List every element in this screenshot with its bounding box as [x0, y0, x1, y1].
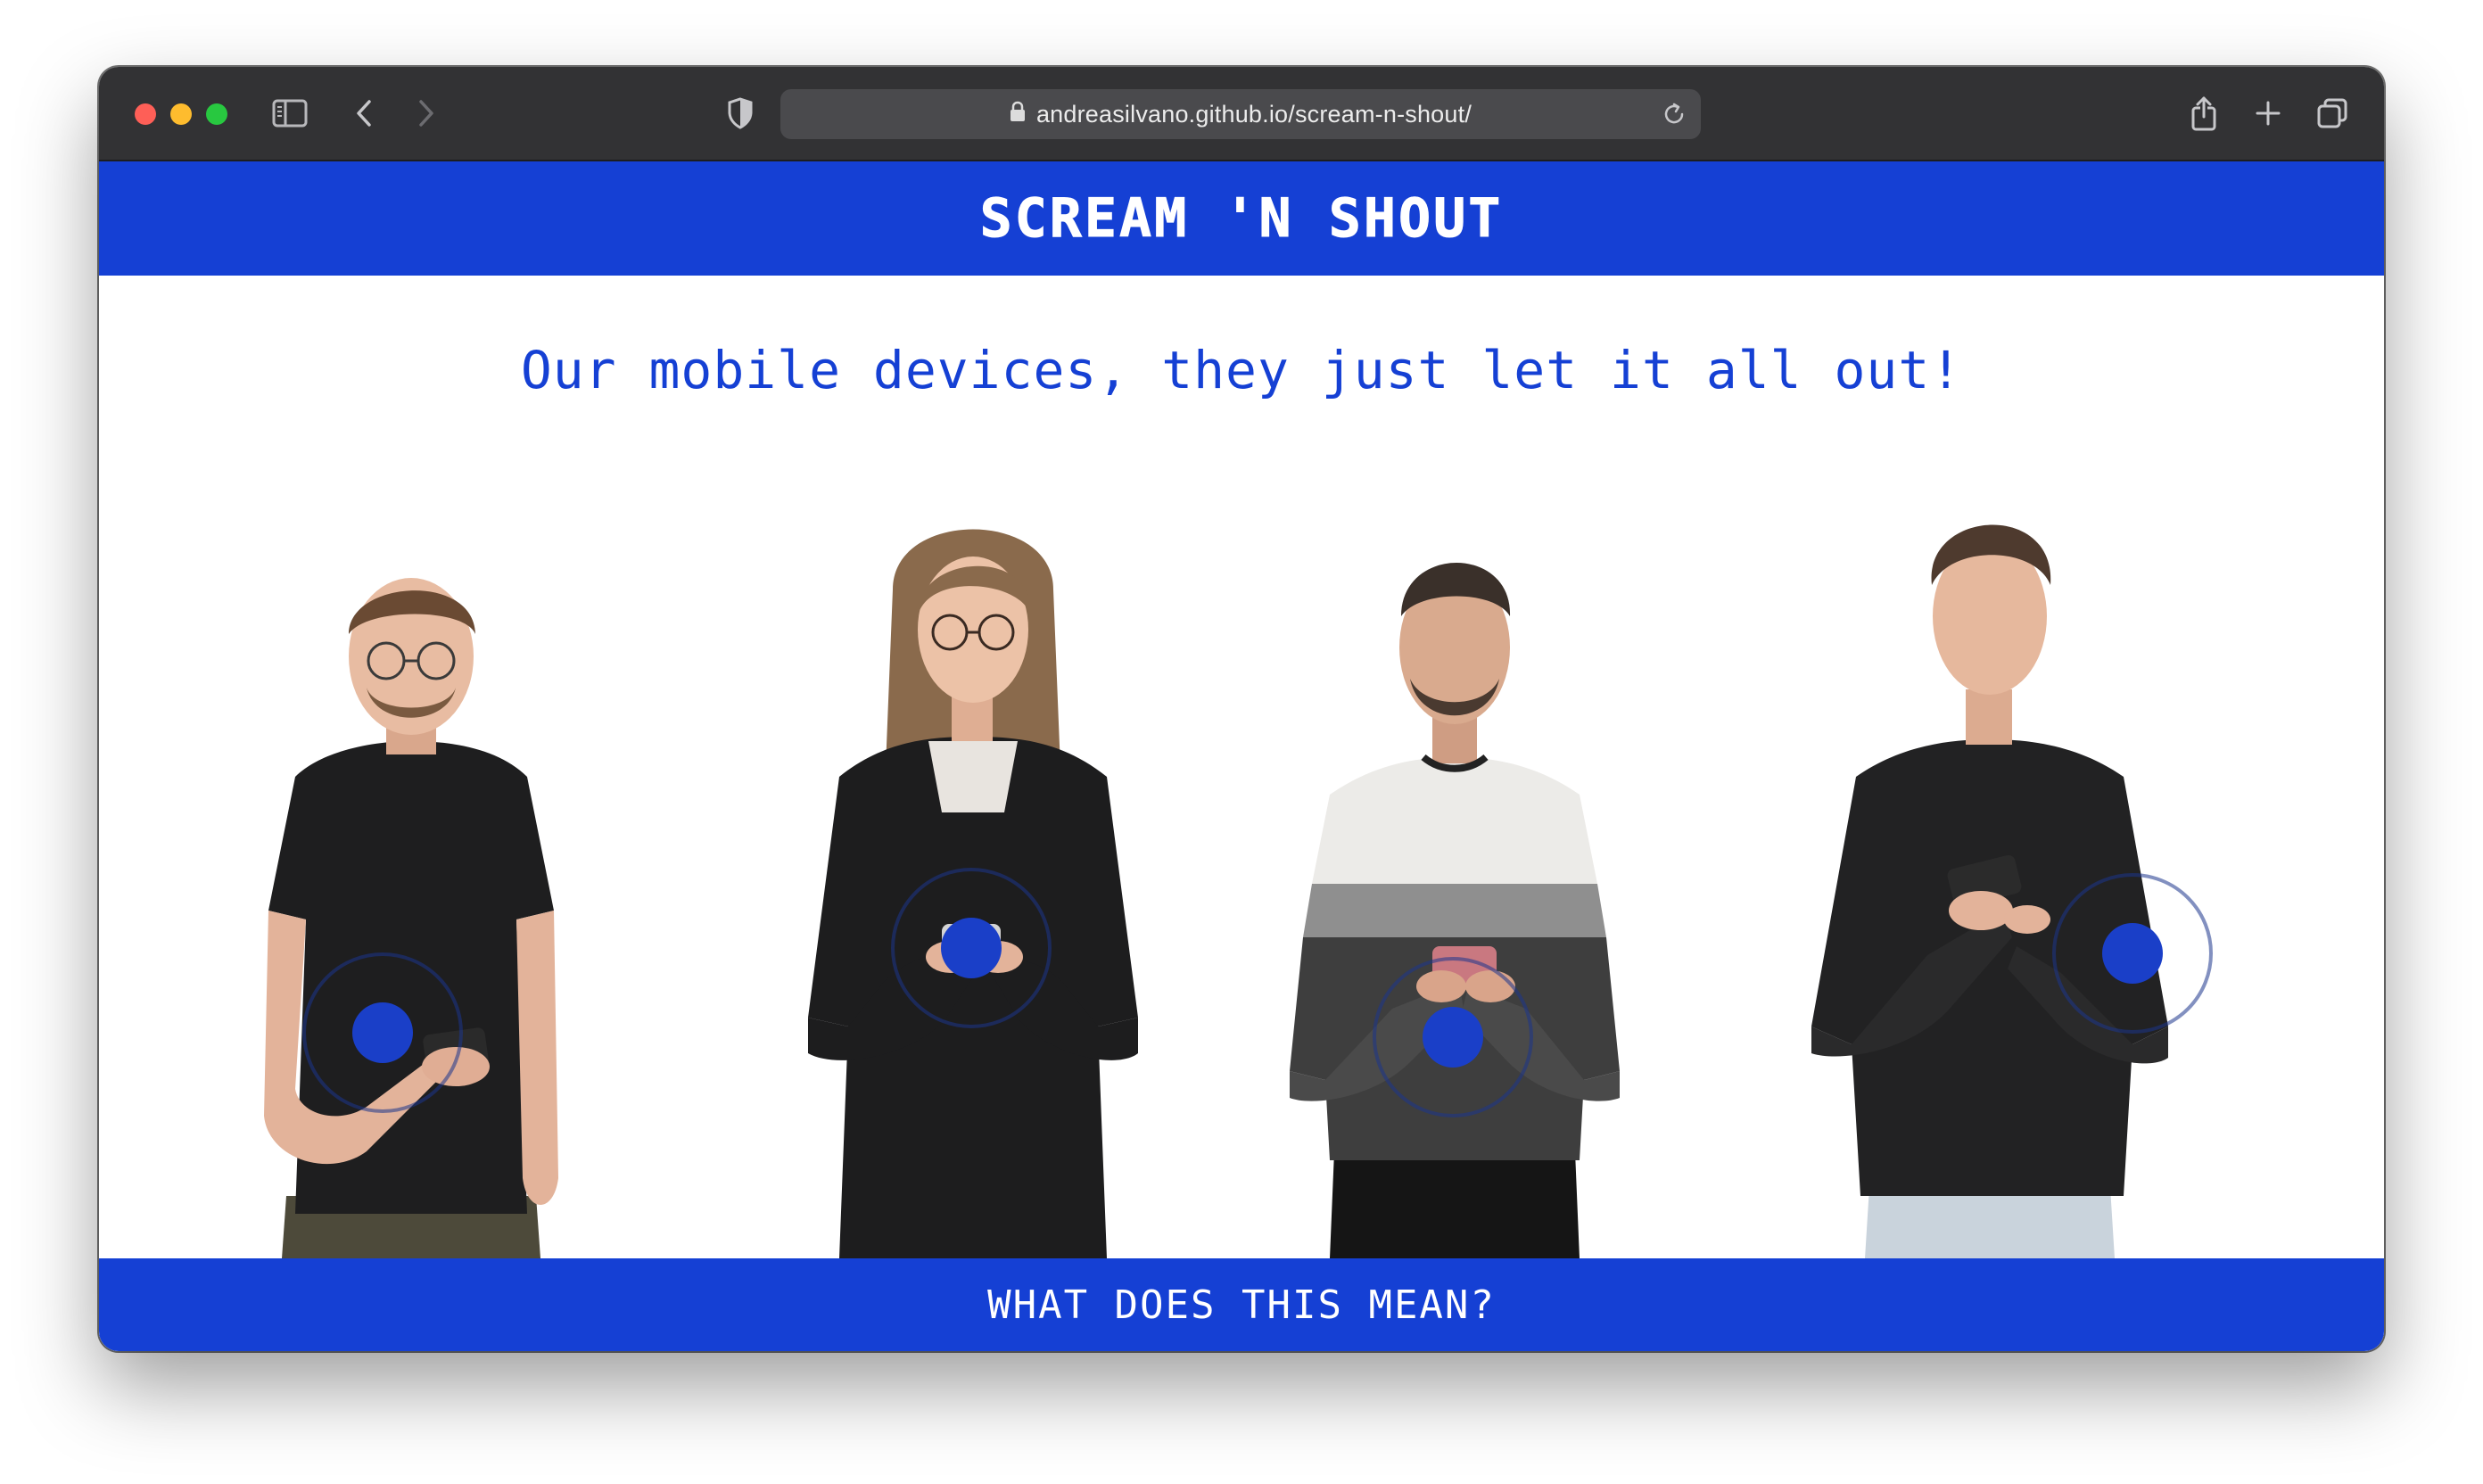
minimize-window-button[interactable] — [170, 103, 192, 125]
web-page: SCREAM 'N SHOUT Our mobile devices, they… — [99, 161, 2384, 1351]
browser-window: andreasilvano.github.io/scream-n-shout/ — [99, 67, 2384, 1351]
address-bar[interactable]: andreasilvano.github.io/scream-n-shout/ — [780, 89, 1701, 139]
shield-icon[interactable] — [721, 94, 760, 133]
url-text: andreasilvano.github.io/scream-n-shout/ — [1035, 100, 1472, 128]
signal-dot[interactable] — [1423, 1007, 1483, 1068]
browser-toolbar: andreasilvano.github.io/scream-n-shout/ — [99, 67, 2384, 161]
signal-dot[interactable] — [352, 1002, 413, 1063]
zoom-window-button[interactable] — [206, 103, 227, 125]
signal-dot[interactable] — [941, 918, 1002, 978]
lock-icon — [1010, 101, 1026, 128]
person-figure-1 — [233, 536, 590, 1258]
reload-icon[interactable] — [1660, 100, 1688, 128]
site-header: SCREAM 'N SHOUT — [99, 161, 2384, 276]
person-figure-3 — [1267, 527, 1642, 1258]
tabs-overview-icon[interactable] — [2313, 94, 2352, 133]
person-figure-2 — [786, 518, 1160, 1258]
what-does-this-mean-button[interactable]: WHAT DOES THIS MEAN? — [987, 1282, 1496, 1328]
signal-dot[interactable] — [2102, 923, 2163, 984]
close-window-button[interactable] — [135, 103, 156, 125]
site-footer: WHAT DOES THIS MEAN? — [99, 1258, 2384, 1351]
chevron-right-icon[interactable] — [407, 94, 446, 133]
site-title[interactable]: SCREAM 'N SHOUT — [979, 187, 1504, 251]
screenshot-stage: andreasilvano.github.io/scream-n-shout/ — [0, 0, 2483, 1484]
person-figure-4 — [1794, 491, 2213, 1258]
page-tagline: Our mobile devices, they just let it all… — [520, 340, 1963, 400]
chevron-left-icon[interactable] — [344, 94, 384, 133]
share-icon[interactable] — [2184, 94, 2223, 133]
sidebar-icon[interactable] — [270, 94, 309, 133]
plus-icon[interactable] — [2248, 94, 2288, 133]
address-bar-content: andreasilvano.github.io/scream-n-shout/ — [780, 89, 1701, 139]
people-illustration — [99, 429, 2384, 1258]
